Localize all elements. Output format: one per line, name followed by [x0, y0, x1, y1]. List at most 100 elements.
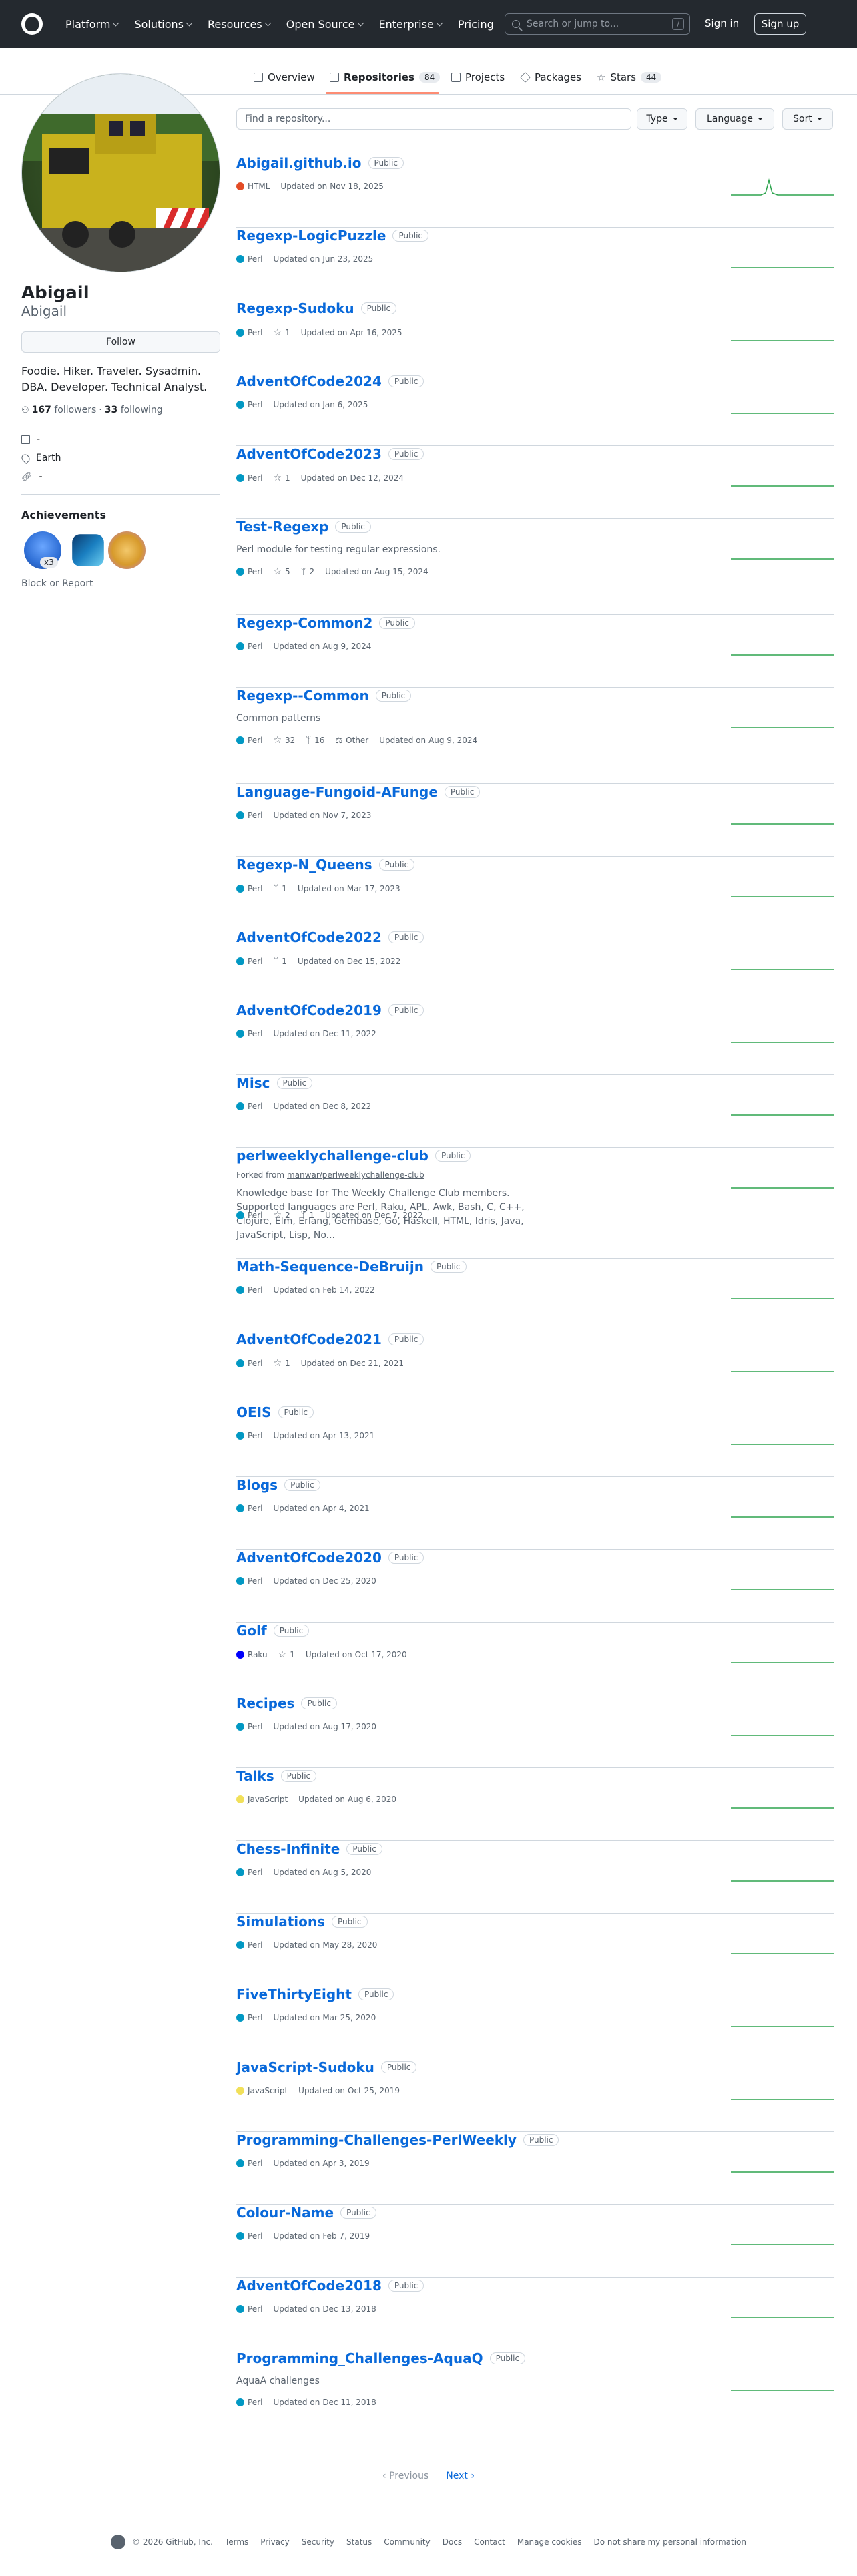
- nav-enterprise[interactable]: Enterprise: [372, 18, 449, 31]
- footer-link-community[interactable]: Community: [384, 2537, 430, 2547]
- tab-projects[interactable]: Projects: [451, 71, 505, 84]
- footer-link-privacy[interactable]: Privacy: [260, 2537, 289, 2547]
- repo-name-link[interactable]: AdventOfCode2018 Public: [236, 2278, 424, 2294]
- repo-name-link[interactable]: Regexp-Common2 Public: [236, 615, 415, 631]
- repo-name-link[interactable]: FiveThirtyEight Public: [236, 1986, 394, 2002]
- repo-forks-link[interactable]: ᛘ1: [273, 956, 286, 966]
- repo-row: Programming_Challenges-AquaQ Public AquaA …: [236, 2350, 834, 2446]
- repo-name-link[interactable]: Recipes Public: [236, 1695, 337, 1711]
- repo-name-link[interactable]: Programming-Challenges-PerlWeekly Public: [236, 2132, 559, 2148]
- repo-name-link[interactable]: Regexp-LogicPuzzle Public: [236, 228, 429, 244]
- avatar[interactable]: [21, 73, 220, 272]
- repo-name-link[interactable]: Simulations Public: [236, 1914, 368, 1930]
- repo-name-link[interactable]: Language-Fungoid-AFunge Public: [236, 784, 481, 800]
- repo-name-link[interactable]: Colour-Name Public: [236, 2205, 376, 2221]
- type-filter-button[interactable]: Type: [637, 108, 687, 130]
- repo-meta: Perl Updated on Apr 3, 2019: [236, 2159, 370, 2168]
- repo-name-link[interactable]: AdventOfCode2023 Public: [236, 446, 424, 462]
- activity-sparkline: [731, 2026, 834, 2027]
- repo-forks-link[interactable]: ᛘ 16: [306, 736, 324, 746]
- repo-updated: Updated on Apr 4, 2021: [273, 1504, 370, 1513]
- repo-name-link[interactable]: Regexp-Sudoku Public: [236, 300, 397, 316]
- achievements-title[interactable]: Achievements: [21, 509, 106, 521]
- repo-name-link[interactable]: AdventOfCode2021 Public: [236, 1331, 424, 1347]
- star-icon: ☆: [273, 327, 282, 338]
- repo-name-link[interactable]: Misc Public: [236, 1075, 313, 1091]
- nav-pricing[interactable]: Pricing: [451, 18, 501, 31]
- repo-forks-link[interactable]: ᛘ1: [273, 883, 286, 893]
- repo-name-link[interactable]: AdventOfCode2022 Public: [236, 929, 424, 945]
- repo-name-link[interactable]: Chess-Infinite Public: [236, 1841, 382, 1857]
- repo-forks-link[interactable]: ᛘ1: [301, 1211, 314, 1221]
- repo-name-link[interactable]: AdventOfCode2019 Public: [236, 1002, 424, 1018]
- sort-filter-button[interactable]: Sort: [782, 108, 833, 130]
- repo-language: HTML: [236, 182, 270, 191]
- repo-stars-link[interactable]: ☆ 1: [273, 473, 290, 483]
- nav-solutions[interactable]: Solutions: [127, 18, 198, 31]
- repo-name-link[interactable]: Blogs Public: [236, 1477, 320, 1493]
- repo-stars-link[interactable]: ☆ 1: [273, 1358, 290, 1369]
- following-link[interactable]: 33 following: [105, 405, 163, 415]
- footer-link-contact[interactable]: Contact: [474, 2537, 505, 2547]
- tab-overview[interactable]: Overview: [254, 71, 315, 84]
- activity-sparkline: [731, 1880, 834, 1882]
- footer-link-do-not-share[interactable]: Do not share my personal information: [594, 2537, 746, 2547]
- footer-link-terms[interactable]: Terms: [225, 2537, 248, 2547]
- repo-name-link[interactable]: AdventOfCode2024 Public: [236, 373, 424, 389]
- repo-name-link[interactable]: Talks Public: [236, 1768, 317, 1784]
- repo-stars-link[interactable]: ☆ 32: [273, 735, 295, 746]
- nav-open-source[interactable]: Open Source: [280, 18, 370, 31]
- tab-stars[interactable]: ☆ Stars 44: [597, 71, 662, 84]
- repo-name-link[interactable]: Regexp-N_Queens Public: [236, 857, 415, 873]
- nav-resources[interactable]: Resources: [201, 18, 277, 31]
- repo-language: Perl: [236, 1431, 262, 1440]
- find-repository-input[interactable]: Find a repository...: [236, 108, 631, 130]
- visibility-badge: Public: [379, 617, 415, 629]
- repo-name-link[interactable]: Programming_Challenges-AquaQ Public: [236, 2350, 526, 2366]
- repo-name-link[interactable]: Golf Public: [236, 1623, 310, 1639]
- repo-meta: JavaScript Updated on Oct 25, 2019: [236, 2086, 400, 2095]
- activity-sparkline: [731, 1662, 834, 1663]
- github-logo-icon[interactable]: [21, 13, 43, 35]
- repo-name-link[interactable]: perlweeklychallenge-club Public: [236, 1148, 471, 1164]
- repo-name-link[interactable]: Math-Sequence-DeBruijn Public: [236, 1259, 467, 1275]
- repo-name-link[interactable]: JavaScript-Sudoku Public: [236, 2059, 417, 2075]
- repo-language: Perl: [236, 1285, 262, 1295]
- visibility-badge: Public: [346, 1843, 382, 1855]
- footer-link-manage-cookies[interactable]: Manage cookies: [517, 2537, 582, 2547]
- repo-language: Perl: [236, 2398, 262, 2407]
- follow-button[interactable]: Follow: [21, 331, 220, 353]
- footer-link-security[interactable]: Security: [302, 2537, 334, 2547]
- repo-name-link[interactable]: OEIS Public: [236, 1404, 314, 1420]
- repo-name-link[interactable]: Abigail.github.io Public: [236, 155, 404, 171]
- sign-up-button[interactable]: Sign up: [754, 13, 806, 35]
- followers-link[interactable]: 167 followers: [32, 405, 97, 415]
- footer-link-status[interactable]: Status: [346, 2537, 372, 2547]
- repo-stars-link[interactable]: ☆ 5: [273, 566, 290, 577]
- achievement-badge-arctic-icon[interactable]: [72, 534, 104, 566]
- repo-name-link[interactable]: AdventOfCode2020 Public: [236, 1550, 424, 1566]
- language-color-dot: [236, 1868, 244, 1876]
- forked-from-link[interactable]: manwar/perlweeklychallenge-club: [287, 1170, 424, 1180]
- repo-stars-link[interactable]: ☆ 1: [278, 1649, 295, 1660]
- language-filter-button[interactable]: Language: [695, 108, 774, 130]
- repo-updated: Updated on Mar 17, 2023: [297, 883, 400, 893]
- footer-link-docs[interactable]: Docs: [443, 2537, 462, 2547]
- profile-website[interactable]: 🔗︎ -: [21, 471, 43, 482]
- repo-stars-link[interactable]: ☆ 2: [273, 1210, 290, 1221]
- tab-repositories[interactable]: Repositories 84: [330, 71, 441, 84]
- repo-name-link[interactable]: Regexp--Common Public: [236, 688, 412, 704]
- repo-forks-link[interactable]: ᛘ2: [301, 567, 314, 577]
- repo-stars-link[interactable]: ☆ 1: [273, 327, 290, 338]
- block-or-report-link[interactable]: Block or Report: [21, 578, 93, 589]
- nav-platform[interactable]: Platform: [59, 18, 125, 31]
- next-page-button[interactable]: Next ›: [446, 2471, 475, 2481]
- github-footer-logo-icon[interactable]: [111, 2535, 125, 2549]
- tab-packages[interactable]: Packages: [520, 71, 581, 84]
- caret-down-icon: [816, 118, 822, 120]
- search-input[interactable]: Search or jump to... /: [505, 13, 690, 35]
- sign-in-link[interactable]: Sign in: [705, 17, 739, 29]
- repo-name-link[interactable]: Test-Regexp Public: [236, 519, 371, 535]
- repo-meta: Perl Updated on Aug 5, 2020: [236, 1868, 371, 1877]
- achievement-badge-quickdraw-icon[interactable]: [108, 531, 146, 569]
